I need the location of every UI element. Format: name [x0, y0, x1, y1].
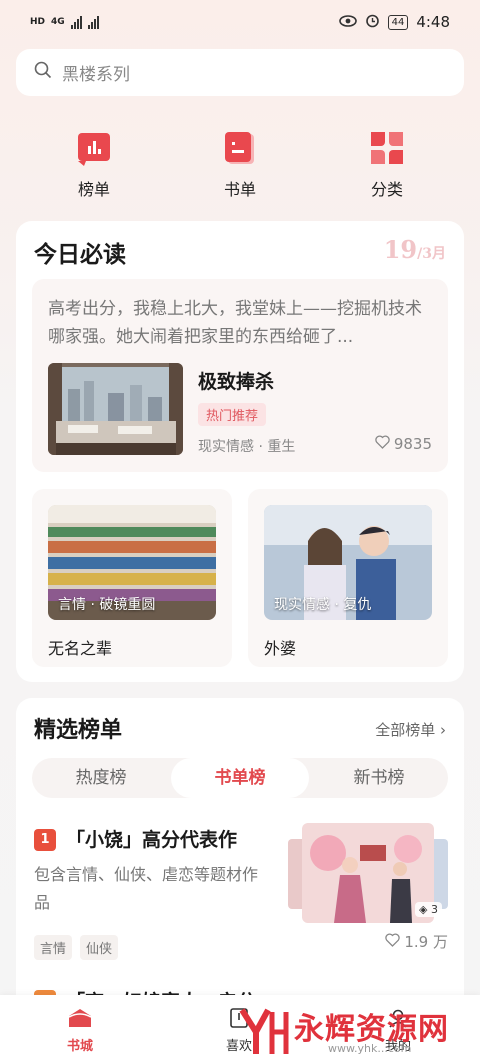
featured-book[interactable]: 高考出分，我稳上北大，我堂妹上——挖掘机技术哪家强。她大闹着把家里的东西给砸了.…	[32, 279, 448, 472]
tab-booklist[interactable]: 书单榜	[171, 758, 309, 798]
featured-cover	[48, 363, 183, 455]
all-rankings-label: 全部榜单	[375, 721, 436, 739]
rank-likes[interactable]: 1.9 万	[385, 931, 448, 952]
featured-book-name: 极致捧杀	[198, 371, 275, 393]
cover-count: 3	[431, 903, 438, 916]
bookstore-icon	[40, 1003, 120, 1033]
today-card: 今日必读 19/3月 高考出分，我稳上北大，我堂妹上——挖掘机技术哪家强。她大闹…	[16, 221, 464, 682]
network-indicator: 4G	[51, 17, 65, 27]
rank-number: 1	[34, 829, 56, 851]
watermark: 永辉资源网 www.yhk...com	[232, 1000, 462, 1060]
ranking-title: 精选榜单	[34, 717, 123, 743]
rank-item-cover[interactable]: ◈ 3	[288, 823, 448, 923]
tab-new[interactable]: 新书榜	[310, 758, 448, 798]
today-title: 今日必读	[34, 241, 126, 268]
all-rankings-link[interactable]: 全部榜单 ›	[375, 719, 446, 740]
rank-tag: 言情	[34, 935, 73, 960]
status-left: HD 4G	[30, 15, 99, 29]
search-placeholder: 黑楼系列	[62, 65, 130, 85]
cover-count-badge: ◈ 3	[415, 902, 442, 917]
book-list-icon	[222, 130, 258, 166]
mini-book-genre: 现实情感 · 复仇	[274, 597, 372, 613]
chevron-right-icon: ›	[440, 721, 446, 739]
quick-nav: 榜单 书单 分类	[0, 130, 480, 210]
mini-book-genre: 言情 · 破镜重圆	[58, 597, 156, 613]
clock: 4:48	[416, 13, 450, 31]
quick-nav-label: 榜单	[77, 180, 110, 199]
rank-item-desc: 包含言情、仙侠、虐恋等题材作品	[34, 865, 259, 912]
chart-bars-icon	[76, 130, 112, 166]
likes-count: 9835	[393, 435, 432, 453]
category-grid-icon	[369, 130, 405, 166]
mini-book-name: 外婆	[264, 639, 297, 658]
tab-hot[interactable]: 热度榜	[32, 758, 170, 798]
quick-nav-booklist[interactable]: 书单	[200, 130, 280, 200]
search-icon	[34, 61, 52, 84]
quick-nav-rank[interactable]: 榜单	[54, 130, 134, 200]
heart-icon	[385, 932, 401, 951]
signal-icon	[70, 15, 82, 29]
nav-label: 书城	[66, 1039, 93, 1054]
quick-nav-category[interactable]: 分类	[347, 130, 427, 200]
quick-nav-label: 分类	[370, 180, 403, 199]
search-input[interactable]: 黑楼系列	[16, 49, 464, 96]
featured-likes[interactable]: 9835	[375, 435, 432, 453]
mini-book-cover: 现实情感 · 复仇	[264, 505, 432, 620]
alarm-icon	[365, 13, 380, 32]
mini-book-card[interactable]: 现实情感 · 复仇 外婆	[248, 489, 448, 667]
battery-icon: 44	[387, 14, 409, 30]
today-date: 19/3月	[384, 235, 446, 264]
rank-tag: 仙侠	[80, 935, 119, 960]
mini-book-cover: 言情 · 破镜重圆	[48, 505, 216, 620]
heart-icon	[375, 435, 390, 453]
date-day: 19	[383, 235, 418, 264]
hot-tag: 热门推荐	[198, 403, 267, 426]
featured-excerpt: 高考出分，我稳上北大，我堂妹上——挖掘机技术哪家强。她大闹着把家里的东西给砸了.…	[48, 299, 422, 347]
layers-icon: ◈	[419, 903, 428, 916]
status-right: 44 4:48	[338, 13, 450, 32]
rank-item-title[interactable]: 「小饶」高分代表作	[66, 825, 237, 852]
quick-nav-label: 书单	[223, 180, 256, 199]
eye-icon	[338, 13, 357, 31]
status-bar: HD 4G 44 4:48	[0, 0, 480, 44]
hd-indicator: HD	[30, 17, 46, 27]
watermark-url: www.yhk...com	[328, 1042, 412, 1055]
ranking-tabs: 热度榜 书单榜 新书榜	[32, 758, 448, 798]
nav-bookstore[interactable]: 书城	[40, 1003, 120, 1054]
mini-book-name: 无名之辈	[48, 639, 113, 658]
signal-icon-2	[87, 15, 99, 29]
featured-genre: 现实情感 · 重生	[198, 439, 296, 455]
watermark-logo-icon	[239, 1008, 289, 1054]
mini-book-card[interactable]: 言情 · 破镜重圆 无名之辈	[32, 489, 232, 667]
date-month: /3月	[417, 246, 446, 262]
likes-count: 1.9 万	[404, 933, 448, 951]
